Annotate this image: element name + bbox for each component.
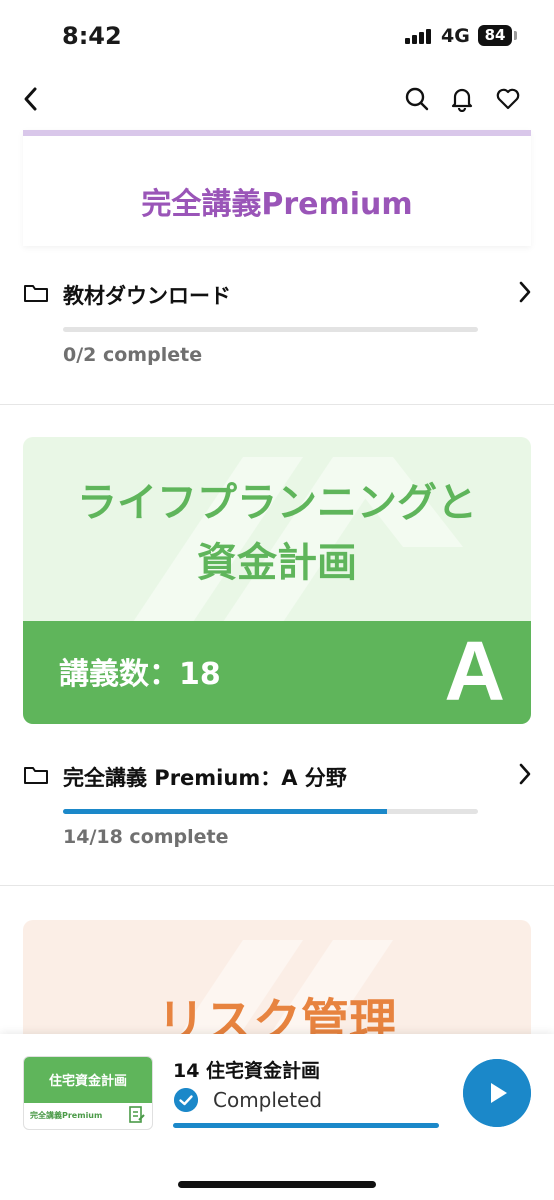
signal-icon [405, 28, 435, 44]
check-icon [174, 1088, 198, 1112]
card-title: リスク管理 [156, 994, 397, 1034]
premium-banner[interactable]: 完全講義Premium [23, 130, 531, 246]
lesson-progress-bar [173, 1123, 439, 1128]
status-time: 8:42 [62, 22, 122, 50]
document-icon [129, 1106, 145, 1123]
bell-icon [451, 88, 473, 112]
divider [0, 404, 554, 405]
course-card-risk[interactable]: リスク管理 [23, 920, 531, 1034]
folder-icon [24, 285, 48, 302]
complete-count: 14/18 complete [63, 826, 229, 848]
lesson-thumbnail: 住宅資金計画 完全講義Premium [23, 1056, 153, 1130]
play-button[interactable] [463, 1059, 531, 1127]
lesson-status: Completed [213, 1088, 323, 1112]
complete-count: 0/2 complete [63, 344, 203, 366]
notifications-button[interactable] [445, 82, 479, 116]
chevron-right-icon [519, 281, 531, 303]
card-title-line1: ライフプランニングと [77, 480, 477, 526]
divider [0, 885, 554, 886]
status-bar: 8:42 4G 84 [0, 0, 554, 70]
battery-tip [514, 31, 517, 40]
top-nav [0, 74, 554, 124]
lesson-title: 14 住宅資金計画 [173, 1060, 321, 1082]
chevron-left-icon [24, 87, 37, 111]
network-type: 4G [441, 25, 470, 47]
card-title-line2: 資金計画 [197, 540, 357, 586]
course-list[interactable]: 完全講義Premium 教材ダウンロード 0/2 complete ライフプラン… [0, 124, 554, 1034]
favorite-button[interactable] [491, 82, 525, 116]
premium-banner-text: 完全講義Premium [141, 187, 413, 222]
folder-icon [24, 767, 48, 784]
battery-icon: 84 [478, 25, 512, 46]
thumb-subtitle: 完全講義Premium [30, 1111, 103, 1120]
progress-bar-a-field [63, 809, 478, 814]
search-icon [405, 87, 429, 111]
course-card-a[interactable]: ライフプランニングと 資金計画 講義数：18 A [23, 437, 531, 724]
home-indicator[interactable] [178, 1181, 376, 1188]
thumb-title: 住宅資金計画 [48, 1074, 127, 1089]
folder-title: 教材ダウンロード [63, 284, 231, 308]
mini-player[interactable]: 住宅資金計画 完全講義Premium 14 住宅資金計画 Completed [0, 1034, 554, 1200]
folder-row-downloads[interactable]: 教材ダウンロード [23, 274, 533, 314]
card-title: ライフプランニングと 資金計画 [23, 473, 531, 593]
folder-title: 完全講義 Premium：A 分野 [63, 766, 347, 790]
heart-icon [496, 88, 520, 110]
chevron-right-icon [519, 763, 531, 785]
progress-bar-downloads [63, 327, 478, 332]
search-button[interactable] [400, 82, 434, 116]
back-button[interactable] [14, 82, 48, 116]
lecture-count: 講義数：18 [59, 657, 221, 692]
grade-letter: A [444, 624, 505, 718]
progress-fill [63, 809, 387, 814]
folder-row-a-field[interactable]: 完全講義 Premium：A 分野 [23, 756, 533, 796]
